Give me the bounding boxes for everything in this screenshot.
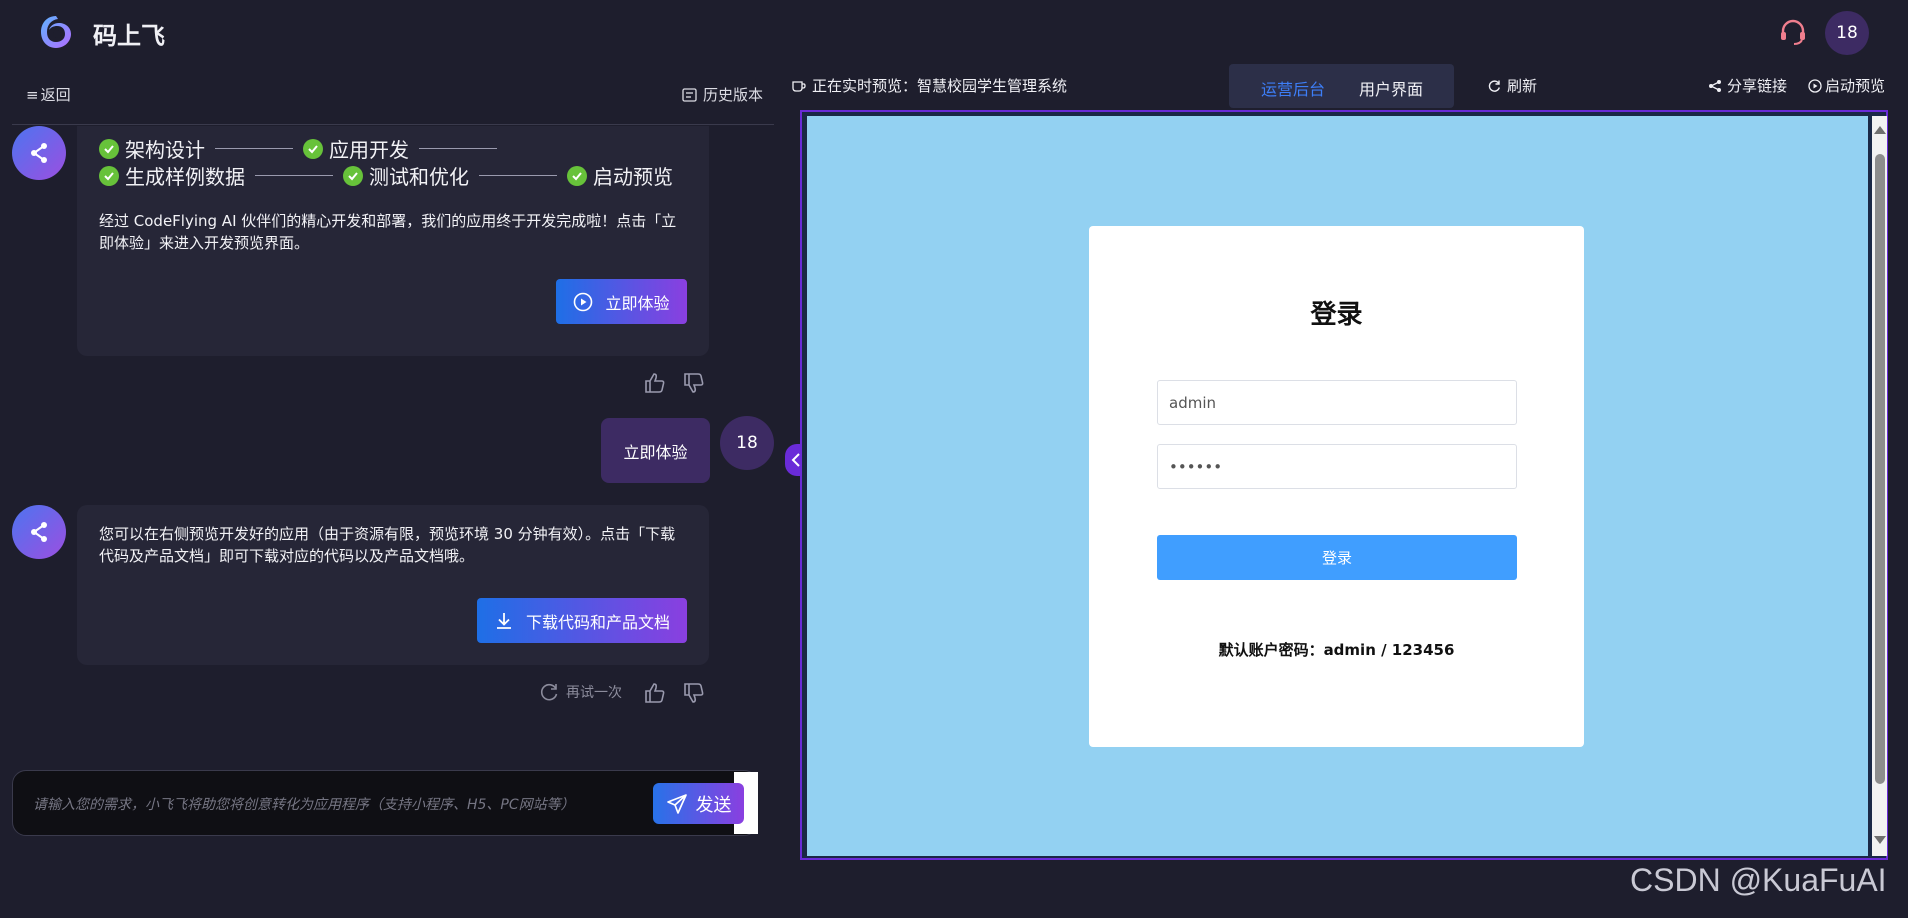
preview-status-text: 正在实时预览：智慧校园学生管理系统	[812, 77, 1068, 95]
login-button[interactable]: 登录	[1157, 535, 1517, 580]
preview-scrollbar[interactable]	[1872, 116, 1887, 856]
check-icon	[303, 138, 323, 159]
check-icon	[567, 165, 587, 186]
scroll-up-arrow-icon[interactable]	[1874, 126, 1886, 134]
launch-preview-button[interactable]: 启动预览	[1808, 75, 1885, 96]
step-label: 生成样例数据	[125, 165, 245, 189]
menu-icon: ≡	[26, 85, 39, 104]
step-label: 应用开发	[329, 138, 409, 162]
login-title: 登录	[1310, 300, 1363, 330]
share-link-button[interactable]: 分享链接	[1708, 75, 1787, 96]
chat-input[interactable]	[33, 794, 583, 834]
refresh-icon	[540, 683, 558, 701]
step-label: 测试和优化	[369, 165, 469, 189]
download-docs-label: 下载代码和产品文档	[525, 612, 670, 632]
try-now-button[interactable]: 立即体验	[556, 279, 687, 324]
step-label: 架构设计	[125, 138, 205, 162]
user-avatar[interactable]: 18	[1825, 11, 1869, 55]
share-label: 分享链接	[1727, 77, 1788, 95]
chat-toolbar: ≡ 返回 历史版本	[12, 62, 774, 125]
send-icon	[666, 793, 687, 814]
step-connector	[215, 148, 293, 149]
step-connector	[255, 175, 333, 176]
thumbs-down-icon[interactable]	[682, 371, 706, 395]
scroll-down-arrow-icon[interactable]	[1874, 836, 1886, 844]
download-docs-button[interactable]: 下载代码和产品文档	[477, 598, 687, 643]
retry-label: 再试一次	[566, 685, 622, 701]
refresh-button[interactable]: 刷新	[1487, 75, 1537, 96]
step-row: 生成样例数据 测试和优化 启动预览	[99, 161, 673, 190]
preview-canvas: 登录 登录 默认账户密码：admin / 123456	[807, 116, 1868, 856]
launch-label: 启动预览	[1825, 77, 1886, 95]
top-header: 码上飞 18	[0, 0, 1908, 62]
share-logo-icon	[31, 522, 47, 542]
history-label: 历史版本	[703, 86, 764, 104]
bot-message-bubble: 您可以在右侧预览开发好的应用（由于资源有限，预览环境 30 分钟有效）。点击「下…	[77, 505, 709, 665]
share-logo-icon	[31, 143, 47, 163]
watermark: CSDN @KuaFuAI	[1630, 862, 1887, 898]
default-credentials-hint: 默认账户密码：admin / 123456	[1218, 641, 1455, 659]
user-message-bubble: 立即体验	[601, 418, 710, 483]
check-icon	[99, 165, 119, 186]
app-title: 码上飞	[93, 22, 165, 50]
thumbs-down-icon[interactable]	[682, 681, 706, 705]
step-row: 架构设计 应用开发	[99, 134, 507, 163]
bot-avatar	[12, 505, 66, 559]
back-label: 返回	[40, 86, 71, 104]
view-switcher: 运营后台 用户界面	[1229, 64, 1454, 108]
step-connector	[479, 175, 557, 176]
play-circle-icon	[1808, 78, 1822, 93]
try-now-label: 立即体验	[605, 293, 670, 313]
bot-message-text: 经过 CodeFlying AI 伙伴们的精心开发和部署，我们的应用终于开发完成…	[99, 212, 677, 252]
send-button[interactable]: 发送	[653, 783, 744, 824]
bot-avatar	[12, 126, 66, 180]
check-icon	[343, 165, 363, 186]
username-input[interactable]	[1157, 380, 1517, 425]
password-input[interactable]	[1157, 444, 1517, 489]
app-logo-icon[interactable]	[38, 14, 74, 50]
back-button[interactable]: ≡ 返回	[26, 84, 71, 105]
step-label: 启动预览	[593, 165, 673, 189]
thumbs-up-icon[interactable]	[643, 681, 667, 705]
bot-message-bubble: 架构设计 应用开发 生成样例数据 测试和优化 启动预览 经过 CodeFlyin…	[77, 126, 709, 356]
preview-status: 正在实时预览：智慧校园学生管理系统	[792, 75, 1067, 96]
check-icon	[99, 138, 119, 159]
retry-button[interactable]: 再试一次	[538, 681, 622, 703]
bot-message-text: 您可以在右侧预览开发好的应用（由于资源有限，预览环境 30 分钟有效）。点击「下…	[99, 525, 676, 565]
download-icon	[496, 612, 511, 629]
login-card: 登录 登录 默认账户密码：admin / 123456	[1089, 226, 1584, 747]
preview-frame: 登录 登录 默认账户密码：admin / 123456	[800, 110, 1888, 860]
headset-icon[interactable]	[1778, 17, 1808, 47]
step-connector	[419, 148, 497, 149]
play-circle-icon	[574, 292, 593, 311]
chat-input-box	[12, 770, 758, 836]
history-icon	[682, 87, 697, 102]
tab-admin[interactable]: 运营后台	[1261, 76, 1325, 100]
history-button[interactable]: 历史版本	[682, 84, 763, 105]
share-icon	[1709, 79, 1721, 92]
chat-panel: 架构设计 应用开发 生成样例数据 测试和优化 启动预览 经过 CodeFlyin…	[0, 126, 775, 756]
send-label: 发送	[695, 794, 732, 816]
scroll-thumb[interactable]	[1875, 154, 1885, 784]
coffee-cup-icon	[792, 80, 806, 92]
refresh-icon	[1488, 79, 1500, 92]
tab-user-interface[interactable]: 用户界面	[1359, 76, 1423, 100]
refresh-label: 刷新	[1507, 77, 1538, 95]
user-chat-avatar: 18	[720, 416, 774, 470]
thumbs-up-icon[interactable]	[643, 371, 667, 395]
